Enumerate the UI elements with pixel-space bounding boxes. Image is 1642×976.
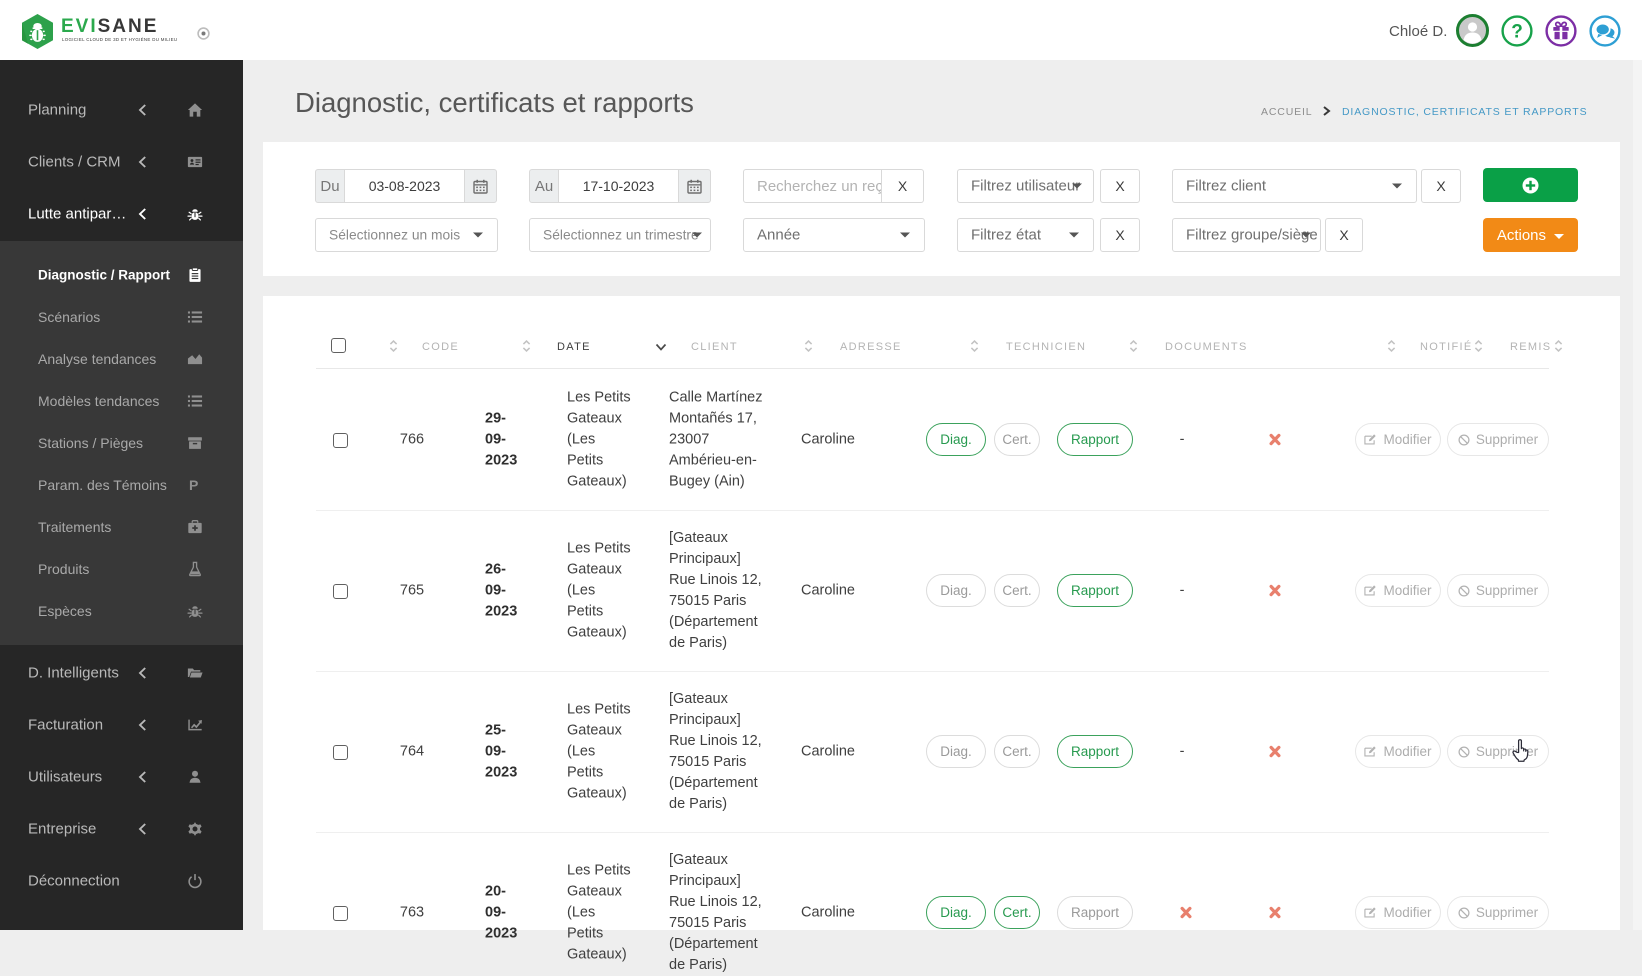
svg-text:?: ? (1511, 22, 1523, 43)
